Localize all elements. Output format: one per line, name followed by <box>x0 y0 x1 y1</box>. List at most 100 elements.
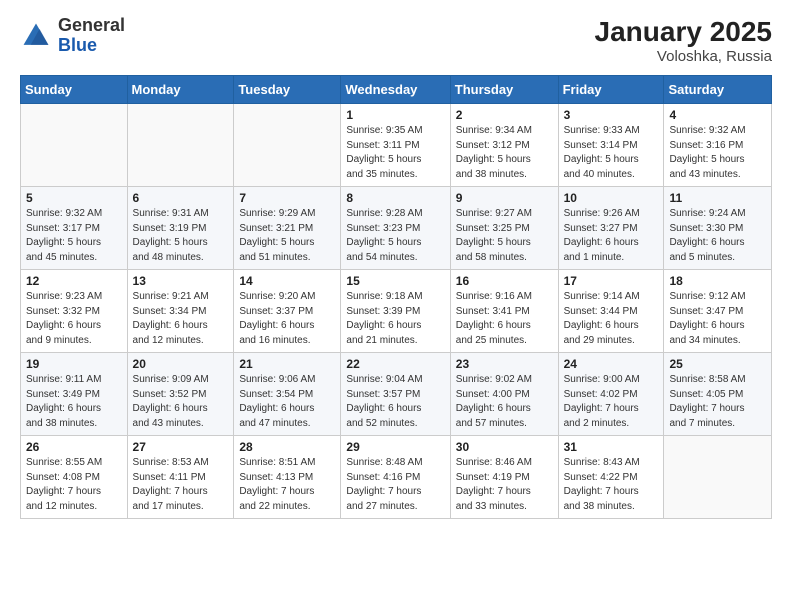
day-number: 4 <box>669 108 766 122</box>
day-number: 30 <box>456 440 553 454</box>
column-header-monday: Monday <box>127 76 234 104</box>
calendar-day-20: 20 Sunrise: 9:09 AM Sunset: 3:52 PM Dayli… <box>127 353 234 436</box>
calendar-empty-cell <box>234 104 341 187</box>
location-title: Voloshka, Russia <box>595 48 772 65</box>
day-number: 17 <box>564 274 659 288</box>
calendar-day-1: 1 Sunrise: 9:35 AM Sunset: 3:11 PM Daylig… <box>341 104 450 187</box>
day-info: Sunrise: 9:24 AM Sunset: 3:30 PM Dayligh… <box>669 207 766 265</box>
day-number: 8 <box>346 191 444 205</box>
day-info: Sunrise: 8:53 AM Sunset: 4:11 PM Dayligh… <box>133 456 229 514</box>
calendar-week-5: 26 Sunrise: 8:55 AM Sunset: 4:08 PM Dayli… <box>21 436 772 519</box>
day-number: 12 <box>26 274 122 288</box>
day-number: 31 <box>564 440 659 454</box>
day-info: Sunrise: 8:46 AM Sunset: 4:19 PM Dayligh… <box>456 456 553 514</box>
day-info: Sunrise: 9:34 AM Sunset: 3:12 PM Dayligh… <box>456 124 553 182</box>
column-header-thursday: Thursday <box>450 76 558 104</box>
calendar-day-2: 2 Sunrise: 9:34 AM Sunset: 3:12 PM Daylig… <box>450 104 558 187</box>
day-info: Sunrise: 9:04 AM Sunset: 3:57 PM Dayligh… <box>346 373 444 431</box>
day-info: Sunrise: 9:31 AM Sunset: 3:19 PM Dayligh… <box>133 207 229 265</box>
day-info: Sunrise: 9:00 AM Sunset: 4:02 PM Dayligh… <box>564 373 659 431</box>
calendar-week-1: 1 Sunrise: 9:35 AM Sunset: 3:11 PM Daylig… <box>21 104 772 187</box>
calendar-day-19: 19Sunrise: 9:11 AM Sunset: 3:49 PM Dayli… <box>21 353 128 436</box>
logo-blue: Blue <box>58 35 97 55</box>
calendar-day-15: 15 Sunrise: 9:18 AM Sunset: 3:39 PM Dayli… <box>341 270 450 353</box>
calendar-day-10: 10 Sunrise: 9:26 AM Sunset: 3:27 PM Dayli… <box>558 187 664 270</box>
day-number: 24 <box>564 357 659 371</box>
day-number: 25 <box>669 357 766 371</box>
calendar-day-5: 5Sunrise: 9:32 AM Sunset: 3:17 PM Daylig… <box>21 187 128 270</box>
day-info: Sunrise: 8:43 AM Sunset: 4:22 PM Dayligh… <box>564 456 659 514</box>
day-info: Sunrise: 9:18 AM Sunset: 3:39 PM Dayligh… <box>346 290 444 348</box>
day-info: Sunrise: 9:26 AM Sunset: 3:27 PM Dayligh… <box>564 207 659 265</box>
day-number: 26 <box>26 440 122 454</box>
day-number: 6 <box>133 191 229 205</box>
calendar-day-13: 13Sunrise: 9:21 AM Sunset: 3:34 PM Dayli… <box>127 270 234 353</box>
day-info: Sunrise: 9:09 AM Sunset: 3:52 PM Dayligh… <box>133 373 229 431</box>
day-info: Sunrise: 9:11 AM Sunset: 3:49 PM Dayligh… <box>26 373 122 431</box>
calendar-empty-cell <box>127 104 234 187</box>
calendar-day-26: 26 Sunrise: 8:55 AM Sunset: 4:08 PM Dayli… <box>21 436 128 519</box>
header: General Blue January 2025 Voloshka, Russ… <box>20 16 772 65</box>
day-number: 10 <box>564 191 659 205</box>
day-info: Sunrise: 9:02 AM Sunset: 4:00 PM Dayligh… <box>456 373 553 431</box>
day-number: 2 <box>456 108 553 122</box>
calendar-day-14: 14 Sunrise: 9:20 AM Sunset: 3:37 PM Dayli… <box>234 270 341 353</box>
day-info: Sunrise: 9:35 AM Sunset: 3:11 PM Dayligh… <box>346 124 444 182</box>
calendar-week-2: 5Sunrise: 9:32 AM Sunset: 3:17 PM Daylig… <box>21 187 772 270</box>
calendar-day-16: 16Sunrise: 9:16 AM Sunset: 3:41 PM Dayli… <box>450 270 558 353</box>
column-header-tuesday: Tuesday <box>234 76 341 104</box>
calendar-day-28: 28Sunrise: 8:51 AM Sunset: 4:13 PM Dayli… <box>234 436 341 519</box>
calendar-week-3: 12 Sunrise: 9:23 AM Sunset: 3:32 PM Dayli… <box>21 270 772 353</box>
title-block: January 2025 Voloshka, Russia <box>595 16 772 65</box>
day-info: Sunrise: 9:29 AM Sunset: 3:21 PM Dayligh… <box>239 207 335 265</box>
day-number: 3 <box>564 108 659 122</box>
day-number: 16 <box>456 274 553 288</box>
day-info: Sunrise: 9:32 AM Sunset: 3:16 PM Dayligh… <box>669 124 766 182</box>
month-title: January 2025 <box>595 16 772 48</box>
calendar-day-23: 23Sunrise: 9:02 AM Sunset: 4:00 PM Dayli… <box>450 353 558 436</box>
day-number: 9 <box>456 191 553 205</box>
page: General Blue January 2025 Voloshka, Russ… <box>0 0 792 612</box>
day-number: 5 <box>26 191 122 205</box>
column-header-saturday: Saturday <box>664 76 772 104</box>
calendar-day-12: 12 Sunrise: 9:23 AM Sunset: 3:32 PM Dayli… <box>21 270 128 353</box>
calendar-day-29: 29Sunrise: 8:48 AM Sunset: 4:16 PM Dayli… <box>341 436 450 519</box>
day-number: 15 <box>346 274 444 288</box>
day-number: 20 <box>133 357 229 371</box>
day-info: Sunrise: 9:14 AM Sunset: 3:44 PM Dayligh… <box>564 290 659 348</box>
day-number: 14 <box>239 274 335 288</box>
calendar-day-31: 31 Sunrise: 8:43 AM Sunset: 4:22 PM Dayli… <box>558 436 664 519</box>
day-info: Sunrise: 9:06 AM Sunset: 3:54 PM Dayligh… <box>239 373 335 431</box>
calendar-day-25: 25 Sunrise: 8:58 AM Sunset: 4:05 PM Dayli… <box>664 353 772 436</box>
calendar-day-7: 7 Sunrise: 9:29 AM Sunset: 3:21 PM Daylig… <box>234 187 341 270</box>
day-info: Sunrise: 9:33 AM Sunset: 3:14 PM Dayligh… <box>564 124 659 182</box>
calendar-day-11: 11Sunrise: 9:24 AM Sunset: 3:30 PM Dayli… <box>664 187 772 270</box>
calendar-day-30: 30 Sunrise: 8:46 AM Sunset: 4:19 PM Dayli… <box>450 436 558 519</box>
calendar-empty-cell <box>21 104 128 187</box>
day-number: 22 <box>346 357 444 371</box>
calendar-table: SundayMondayTuesdayWednesdayThursdayFrid… <box>20 75 772 519</box>
day-number: 7 <box>239 191 335 205</box>
calendar-day-8: 8 Sunrise: 9:28 AM Sunset: 3:23 PM Daylig… <box>341 187 450 270</box>
day-info: Sunrise: 9:12 AM Sunset: 3:47 PM Dayligh… <box>669 290 766 348</box>
logo-general: General <box>58 15 125 35</box>
calendar-day-3: 3 Sunrise: 9:33 AM Sunset: 3:14 PM Daylig… <box>558 104 664 187</box>
day-info: Sunrise: 8:58 AM Sunset: 4:05 PM Dayligh… <box>669 373 766 431</box>
logo-icon <box>20 20 52 52</box>
day-info: Sunrise: 8:48 AM Sunset: 4:16 PM Dayligh… <box>346 456 444 514</box>
calendar-day-27: 27 Sunrise: 8:53 AM Sunset: 4:11 PM Dayli… <box>127 436 234 519</box>
day-info: Sunrise: 8:51 AM Sunset: 4:13 PM Dayligh… <box>239 456 335 514</box>
calendar-header-row: SundayMondayTuesdayWednesdayThursdayFrid… <box>21 76 772 104</box>
calendar-day-22: 22 Sunrise: 9:04 AM Sunset: 3:57 PM Dayli… <box>341 353 450 436</box>
calendar-day-18: 18 Sunrise: 9:12 AM Sunset: 3:47 PM Dayli… <box>664 270 772 353</box>
calendar-day-6: 6 Sunrise: 9:31 AM Sunset: 3:19 PM Daylig… <box>127 187 234 270</box>
day-info: Sunrise: 9:20 AM Sunset: 3:37 PM Dayligh… <box>239 290 335 348</box>
day-number: 27 <box>133 440 229 454</box>
day-info: Sunrise: 8:55 AM Sunset: 4:08 PM Dayligh… <box>26 456 122 514</box>
day-number: 1 <box>346 108 444 122</box>
day-number: 18 <box>669 274 766 288</box>
logo-text: General Blue <box>58 16 125 56</box>
calendar-day-4: 4 Sunrise: 9:32 AM Sunset: 3:16 PM Daylig… <box>664 104 772 187</box>
day-info: Sunrise: 9:28 AM Sunset: 3:23 PM Dayligh… <box>346 207 444 265</box>
day-info: Sunrise: 9:23 AM Sunset: 3:32 PM Dayligh… <box>26 290 122 348</box>
